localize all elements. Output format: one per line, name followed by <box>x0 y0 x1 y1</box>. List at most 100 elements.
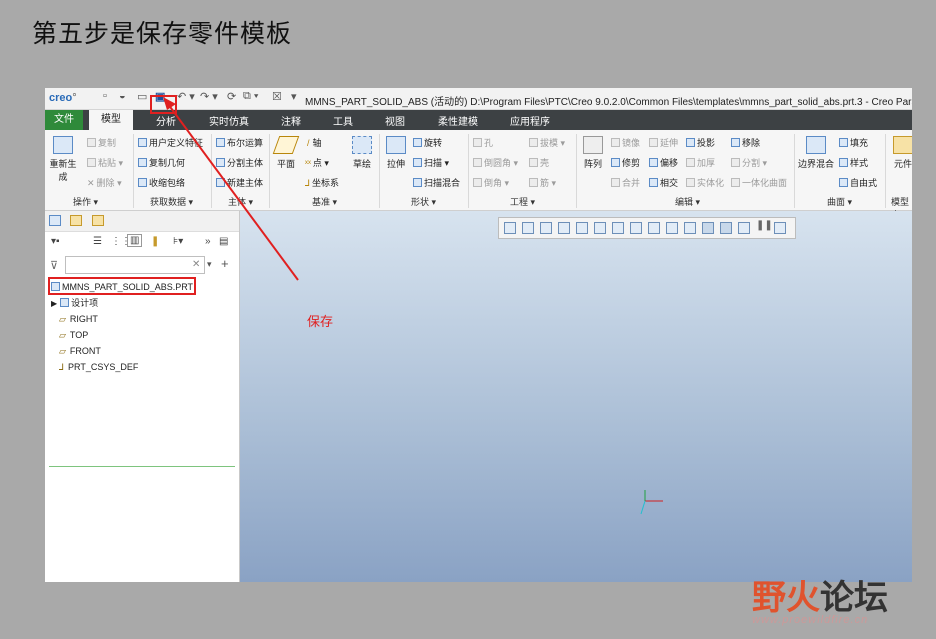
new-body-button[interactable]: 新建主体 <box>216 176 263 189</box>
zoom-out-icon[interactable] <box>540 222 552 234</box>
split-body-button[interactable]: 分割主体 <box>216 156 263 169</box>
group-body[interactable]: 主体 ▾ <box>228 195 253 208</box>
tree-item-front[interactable]: ▱ FRONT <box>49 343 237 359</box>
axis-button[interactable]: / 轴 <box>307 136 322 149</box>
hole-button[interactable]: 孔 <box>473 136 493 149</box>
tree-search-input[interactable] <box>65 256 205 274</box>
favorites-tab-icon[interactable] <box>92 215 104 226</box>
tree-settings-icon[interactable]: ▾▪ <box>51 236 60 247</box>
repaint-icon[interactable] <box>558 222 570 234</box>
split-button[interactable]: 分割 ▾ <box>731 156 767 169</box>
show-list-icon[interactable]: ☰ <box>93 236 102 247</box>
close-window-icon[interactable]: ☒ <box>272 90 282 103</box>
tree-item-design-items[interactable]: ▶ 设计项 <box>49 295 237 311</box>
group-get-data[interactable]: 获取数据 ▾ <box>150 195 193 208</box>
chamfer-button[interactable]: 倒角 ▾ <box>473 176 509 189</box>
shell-button[interactable]: 壳 <box>529 156 549 169</box>
regenerate-icon[interactable]: ⟳ <box>227 90 236 103</box>
columns-icon[interactable]: ▥ <box>127 234 143 247</box>
model-tree-tab-icon[interactable] <box>49 215 61 226</box>
boundary-blend-button[interactable]: 边界混合 <box>797 136 835 170</box>
revolve-button[interactable]: 旋转 <box>413 136 442 149</box>
redo-icon[interactable]: ↷ ▾ <box>200 90 218 103</box>
view-more-icon[interactable] <box>774 222 786 234</box>
tab-analysis[interactable]: 分析 <box>156 113 176 128</box>
more-icon[interactable]: » <box>205 236 211 247</box>
csys-button[interactable]: ⅃ 坐标系 <box>305 176 339 189</box>
open-icon[interactable]: ◒ <box>119 90 126 102</box>
group-operations[interactable]: 操作 ▾ <box>73 195 98 208</box>
rib-button[interactable]: 筋 ▾ <box>529 176 556 189</box>
style-button[interactable]: 样式 <box>839 156 868 169</box>
view-manager-icon[interactable] <box>648 222 660 234</box>
freestyle-button[interactable]: 自由式 <box>839 176 877 189</box>
plane-button[interactable]: 平面 <box>272 136 300 170</box>
group-datum[interactable]: 基准 ▾ <box>312 195 337 208</box>
copy-button[interactable]: 复制 <box>87 136 116 149</box>
draft-button[interactable]: 拔模 ▾ <box>529 136 565 149</box>
graphics-area[interactable]: ❚❚ <box>240 211 912 582</box>
filter-tree-icon[interactable]: ⊧▾ <box>173 236 183 247</box>
tab-view[interactable]: 视图 <box>385 113 405 128</box>
display-style-icon[interactable] <box>612 222 624 234</box>
tab-model[interactable]: 模型 <box>89 110 133 130</box>
tab-annotate[interactable]: 注释 <box>281 113 301 128</box>
group-shapes[interactable]: 形状 ▾ <box>411 195 436 208</box>
expand-icon[interactable]: ▶ <box>51 299 57 308</box>
body-icon[interactable]: ❚ <box>151 236 159 247</box>
group-surfaces[interactable]: 曲面 ▾ <box>827 195 852 208</box>
component-button[interactable]: 元件 <box>891 136 912 170</box>
add-filter-icon[interactable]: + <box>221 256 229 271</box>
swept-blend-button[interactable]: 扫描混合 <box>413 176 460 189</box>
paste-button[interactable]: 粘贴 ▾ <box>87 156 123 169</box>
remove-button[interactable]: 移除 <box>731 136 760 149</box>
group-engineering[interactable]: 工程 ▾ <box>510 195 535 208</box>
point-button[interactable]: ˣˣ 点 ▾ <box>305 156 329 169</box>
perspective-icon[interactable] <box>630 222 642 234</box>
sweep-button[interactable]: 扫描 ▾ <box>413 156 449 169</box>
user-defined-feature-button[interactable]: 用户定义特征 <box>138 136 203 149</box>
delete-button[interactable]: ✕ 删除 ▾ <box>87 176 122 189</box>
saved-views-icon[interactable] <box>594 222 606 234</box>
extrude-button[interactable]: 拉伸 <box>383 136 409 170</box>
datum-display-icon[interactable] <box>684 222 696 234</box>
mirror-button[interactable]: 镜像 <box>611 136 640 149</box>
clear-search-icon[interactable]: ✕ <box>192 259 200 270</box>
zoom-in-icon[interactable] <box>522 222 534 234</box>
trim-button[interactable]: 修剪 <box>611 156 640 169</box>
boolean-button[interactable]: 布尔运算 <box>216 136 263 149</box>
tree-item-right[interactable]: ▱ RIGHT <box>49 311 237 327</box>
windows-icon[interactable]: ⧉ ▾ <box>243 90 259 103</box>
tree-item-top[interactable]: ▱ TOP <box>49 327 237 343</box>
new-file-icon[interactable]: ▫ <box>103 90 107 102</box>
tab-live-simulation[interactable]: 实时仿真 <box>209 113 249 128</box>
intersect-button[interactable]: 相交 <box>649 176 678 189</box>
customize-menu-icon[interactable]: ▾ <box>291 90 297 103</box>
tab-file[interactable]: 文件 <box>45 110 83 130</box>
tab-flexible-modeling[interactable]: 柔性建模 <box>438 113 478 128</box>
search-dropdown-icon[interactable]: ▾ <box>207 259 212 270</box>
tab-tools[interactable]: 工具 <box>333 113 353 128</box>
tree-menu-icon[interactable]: ▤ <box>219 236 228 247</box>
sketch-button[interactable]: 草绘 <box>349 136 375 170</box>
extend-button[interactable]: 延伸 <box>649 136 678 149</box>
pattern-button[interactable]: 阵列 <box>580 136 606 170</box>
folder-browser-tab-icon[interactable] <box>70 215 82 226</box>
pause-icon[interactable]: ❚❚ <box>756 220 773 232</box>
folder-icon[interactable]: ▭ <box>137 90 147 103</box>
appearance-icon[interactable] <box>738 222 750 234</box>
tree-item-csys[interactable]: ⅃ PRT_CSYS_DEF <box>49 359 237 375</box>
offset-button[interactable]: 偏移 <box>649 156 678 169</box>
spin-center-icon[interactable] <box>720 222 732 234</box>
annotation-display-icon[interactable] <box>702 222 714 234</box>
group-editing[interactable]: 编辑 ▾ <box>675 195 700 208</box>
thicken-button[interactable]: 加厚 <box>686 156 715 169</box>
refit-icon[interactable] <box>504 222 516 234</box>
undo-icon[interactable]: ↶ ▾ <box>177 90 195 103</box>
unify-surface-button[interactable]: 一体化曲面 <box>731 176 787 189</box>
tab-applications[interactable]: 应用程序 <box>510 113 550 128</box>
regenerate-button[interactable]: 重新生成 <box>47 136 79 183</box>
solidify-button[interactable]: 实体化 <box>686 176 724 189</box>
fill-button[interactable]: 填充 <box>839 136 868 149</box>
round-button[interactable]: 倒圆角 ▾ <box>473 156 518 169</box>
